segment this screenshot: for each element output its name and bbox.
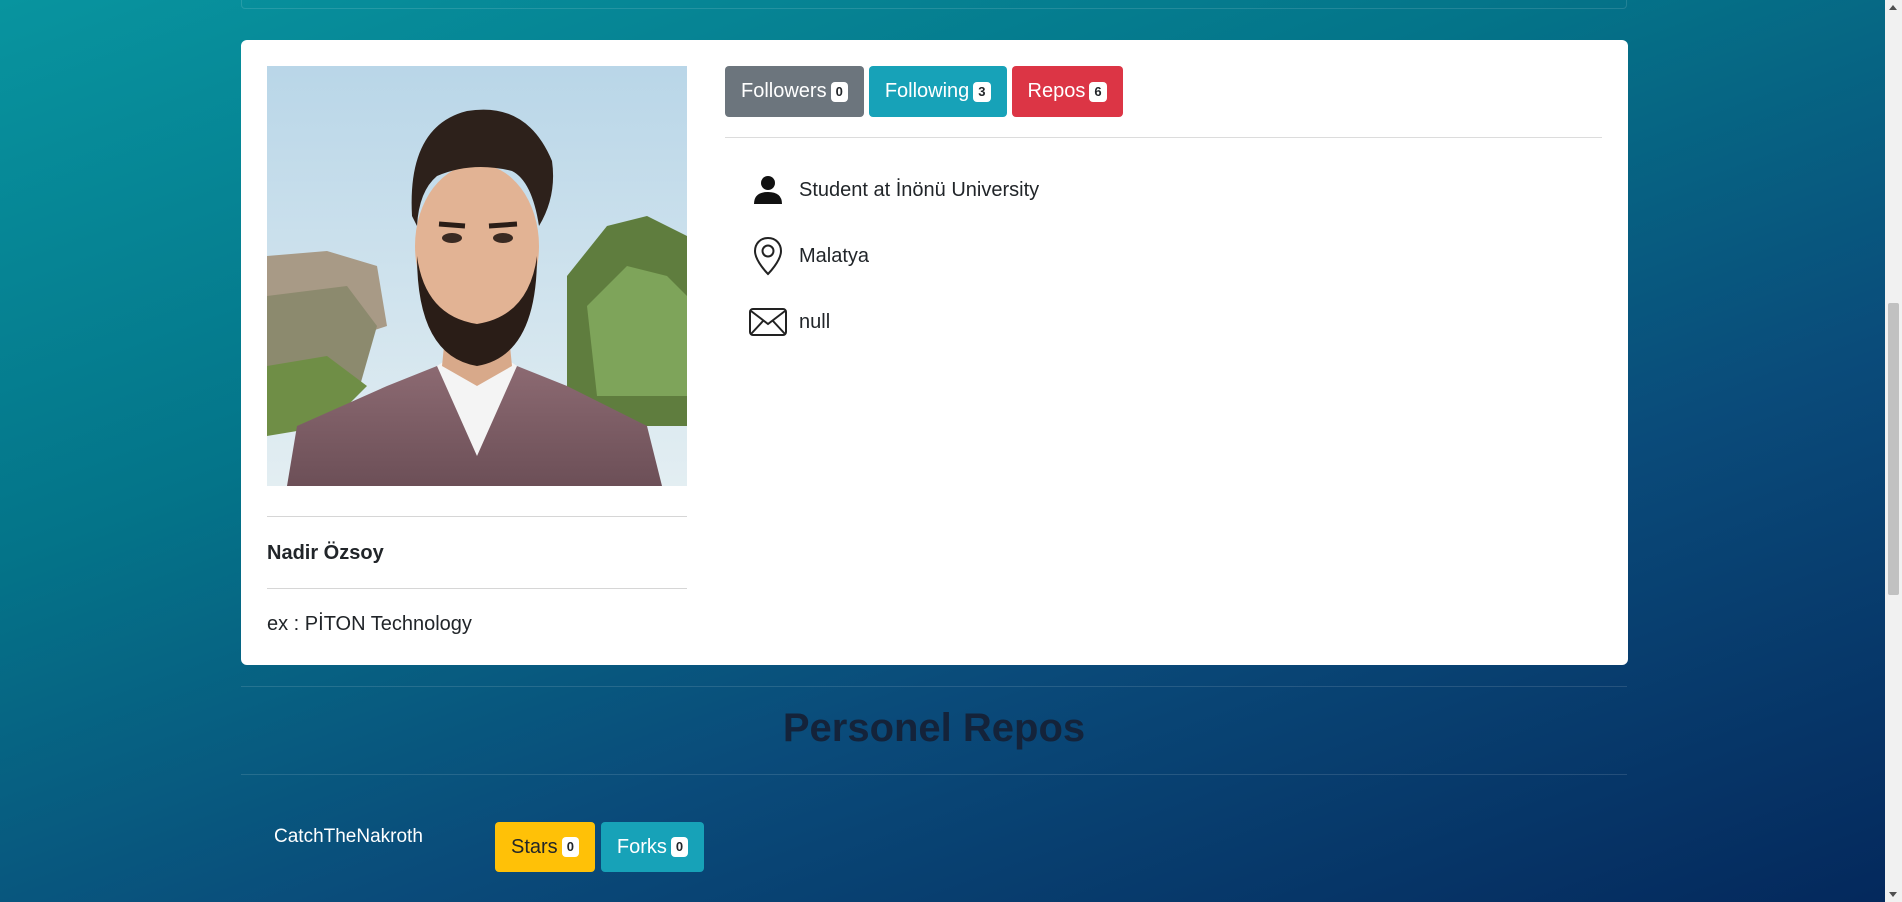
divider (241, 774, 1627, 775)
profile-card: Nadir Özsoy ex : PİTON Technology Follow… (241, 40, 1628, 665)
followers-button[interactable]: Followers 0 (725, 66, 864, 117)
stars-button[interactable]: Stars 0 (495, 822, 595, 872)
profile-company: ex : PİTON Technology (267, 613, 472, 635)
forks-count: 0 (670, 837, 689, 857)
forks-button[interactable]: Forks 0 (600, 822, 705, 872)
section-title: Personel Repos (782, 706, 1086, 750)
divider (267, 516, 687, 517)
repo-name[interactable]: CatchTheNakroth (274, 826, 423, 848)
divider (241, 686, 1627, 687)
repos-button[interactable]: Repos 6 (1011, 66, 1123, 117)
followers-label: Followers (741, 80, 827, 102)
info-email: null (749, 302, 830, 342)
vertical-scrollbar[interactable] (1885, 0, 1902, 902)
profile-name: Nadir Özsoy (267, 542, 384, 564)
email-text: null (799, 310, 831, 333)
avatar-image (267, 66, 687, 486)
info-location: Malatya (749, 236, 869, 276)
stats-badges: Followers 0 Following 3 Repos 6 (725, 66, 1123, 117)
previous-card-edge (241, 0, 1627, 9)
scrollbar-thumb[interactable] (1888, 303, 1899, 595)
scroll-down-icon[interactable] (1889, 892, 1897, 897)
location-text: Malatya (799, 244, 870, 267)
bio-text: Student at İnönü University (799, 178, 1040, 201)
divider (267, 588, 687, 589)
envelope-icon (749, 302, 787, 342)
profile-avatar (267, 66, 687, 486)
repo-badges: Stars 0 Forks 0 (495, 822, 705, 872)
scroll-up-icon[interactable] (1889, 5, 1897, 10)
stars-label: Stars (511, 835, 558, 858)
forks-label: Forks (616, 835, 667, 858)
followers-count: 0 (830, 81, 848, 102)
following-count: 3 (973, 81, 991, 102)
repos-label: Repos (1027, 80, 1086, 102)
divider (725, 137, 1602, 138)
following-button[interactable]: Following 3 (868, 66, 1007, 117)
stars-count: 0 (561, 837, 579, 857)
following-label: Following (884, 80, 970, 102)
person-icon (749, 170, 787, 210)
map-pin-icon (749, 236, 787, 276)
info-bio: Student at İnönü University (749, 170, 1039, 210)
repos-count: 6 (1089, 81, 1107, 102)
